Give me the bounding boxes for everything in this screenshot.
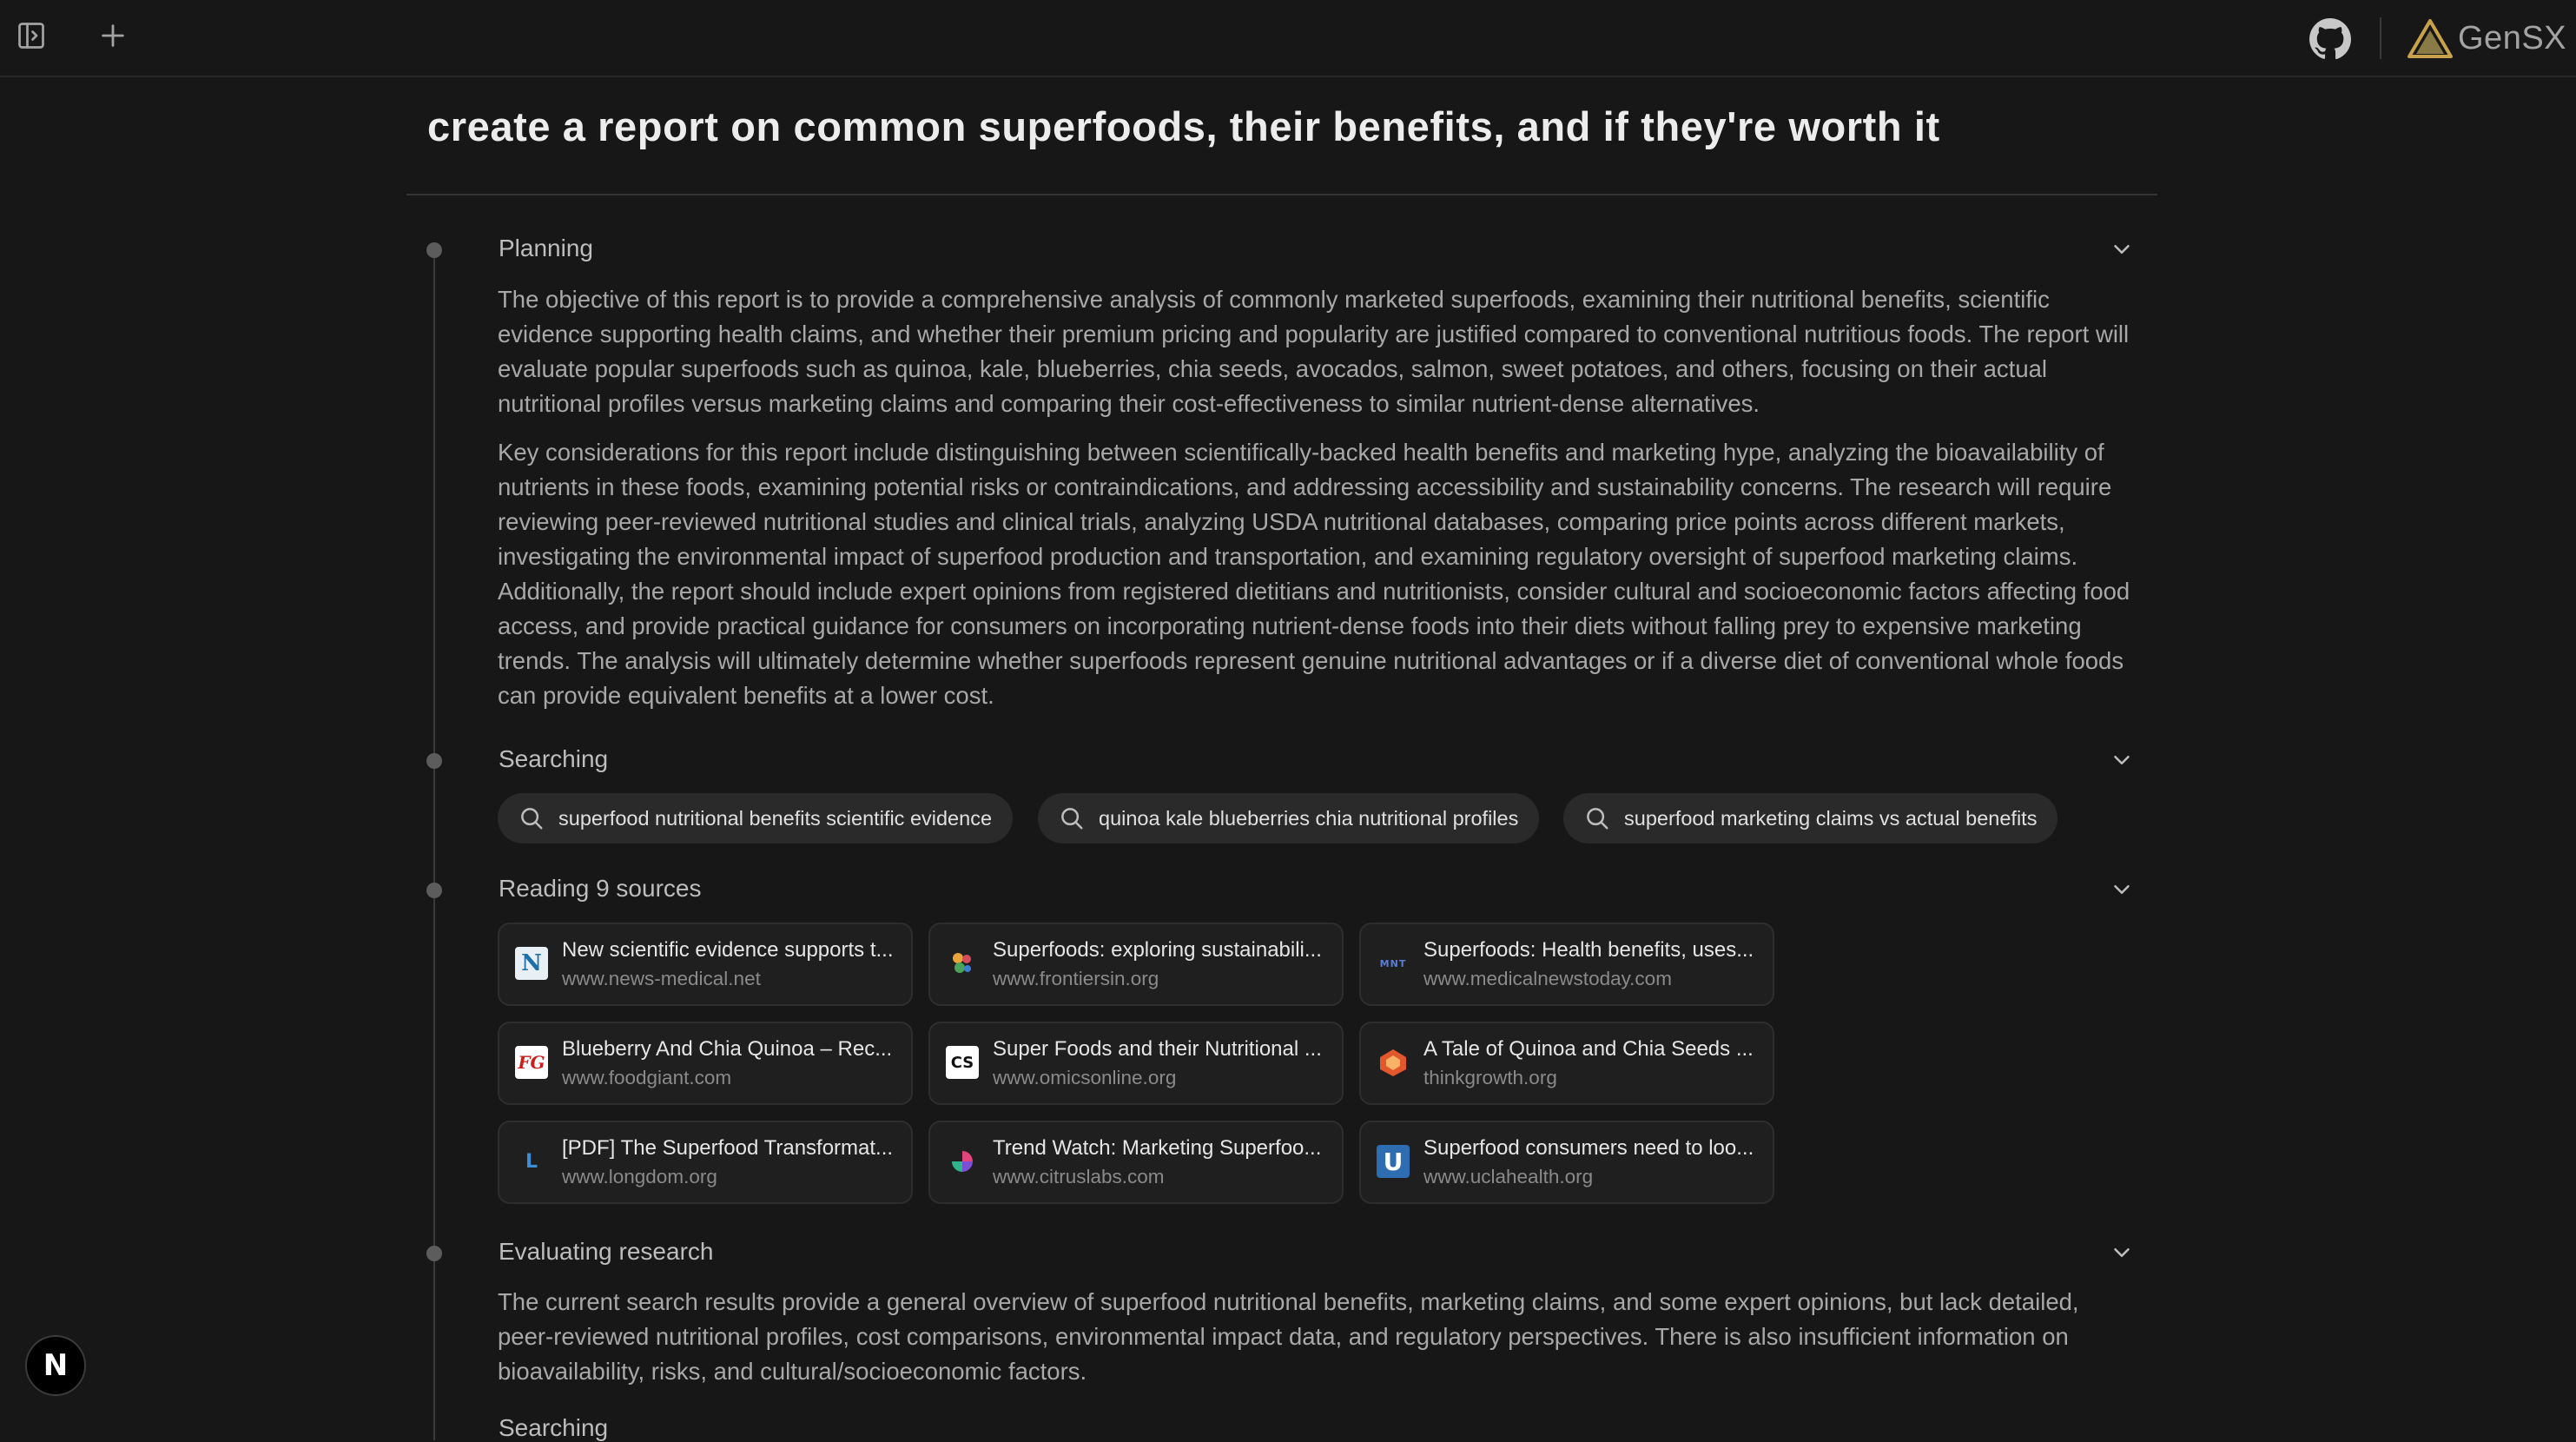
search-query-pill[interactable]: superfood marketing claims vs actual ben… xyxy=(1563,793,2058,843)
source-url: www.frontiersin.org xyxy=(993,968,1159,989)
planning-paragraph: The objective of this report is to provi… xyxy=(498,286,2130,417)
source-url: thinkgrowth.org xyxy=(1423,1067,1557,1088)
page-title: create a report on common superfoods, th… xyxy=(427,103,1940,149)
timeline-dot xyxy=(426,753,442,769)
timeline-dot xyxy=(426,242,442,258)
timeline-line xyxy=(433,250,435,1440)
search-query-text: quinoa kale blueberries chia nutritional… xyxy=(1099,806,1519,830)
search-icon xyxy=(521,808,543,830)
source-card[interactable]: Superfoods: exploring sustainabili... ww… xyxy=(928,923,1344,1006)
source-title: New scientific evidence supports t... xyxy=(562,938,894,962)
chevron-down-icon[interactable] xyxy=(2109,747,2135,773)
source-title: Superfood consumers need to loo... xyxy=(1423,1136,1754,1160)
timeline-dot xyxy=(426,1246,442,1261)
ucla-icon: U xyxy=(1377,1145,1410,1178)
source-card[interactable]: MNT Superfoods: Health benefits, uses...… xyxy=(1359,923,1774,1006)
source-title: Super Foods and their Nutritional ... xyxy=(993,1037,1322,1061)
source-url: www.citruslabs.com xyxy=(993,1166,1165,1187)
search-query-pill[interactable]: quinoa kale blueberries chia nutritional… xyxy=(1038,793,1540,843)
sidebar-toggle-icon[interactable] xyxy=(14,18,49,53)
header-divider xyxy=(2380,17,2381,59)
plus-icon[interactable] xyxy=(96,18,130,53)
search-query-text: superfood marketing claims vs actual ben… xyxy=(1624,806,2038,830)
source-card[interactable]: N New scientific evidence supports t... … xyxy=(498,923,913,1006)
github-icon[interactable] xyxy=(2307,16,2354,63)
source-url: www.news-medical.net xyxy=(562,968,761,989)
brand-name: GenSX xyxy=(2458,19,2567,56)
section-title-planning[interactable]: Planning xyxy=(499,235,593,262)
search-query-pill[interactable]: superfood nutritional benefits scientifi… xyxy=(498,793,1014,843)
frontiers-icon xyxy=(946,947,979,980)
source-card[interactable]: Trend Watch: Marketing Superfoo... www.c… xyxy=(928,1121,1344,1204)
source-card[interactable]: FG Blueberry And Chia Quinoa – Rec... ww… xyxy=(498,1022,913,1105)
planning-paragraph: Key considerations for this report inclu… xyxy=(498,439,2130,709)
triangle-logo-icon xyxy=(2408,19,2453,58)
source-url: www.medicalnewstoday.com xyxy=(1423,968,1672,989)
source-title: Superfoods: Health benefits, uses... xyxy=(1423,938,1754,962)
section-title-searching[interactable]: Searching xyxy=(499,1414,608,1442)
source-title: Superfoods: exploring sustainabili... xyxy=(993,938,1322,962)
chevron-down-icon[interactable] xyxy=(2109,876,2135,903)
source-card[interactable]: CS Super Foods and their Nutritional ...… xyxy=(928,1022,1344,1105)
search-icon xyxy=(1587,808,1608,830)
source-card[interactable]: A Tale of Quinoa and Chia Seeds ... thin… xyxy=(1359,1022,1774,1105)
search-query-text: superfood nutritional benefits scientifi… xyxy=(558,806,993,830)
longdom-icon: L xyxy=(525,1150,538,1173)
source-title: Blueberry And Chia Quinoa – Rec... xyxy=(562,1037,893,1061)
source-url: www.foodgiant.com xyxy=(562,1067,732,1088)
source-title: A Tale of Quinoa and Chia Seeds ... xyxy=(1423,1037,1754,1061)
section-title-reading[interactable]: Reading 9 sources xyxy=(499,875,701,903)
section-title-searching[interactable]: Searching xyxy=(499,745,608,773)
source-title: Trend Watch: Marketing Superfoo... xyxy=(993,1136,1322,1160)
source-card[interactable]: U Superfood consumers need to loo... www… xyxy=(1359,1121,1774,1204)
foodgiant-icon: FG xyxy=(515,1046,548,1079)
omics-icon: CS xyxy=(946,1046,979,1079)
source-url: www.uclahealth.org xyxy=(1423,1166,1594,1187)
citruslabs-icon xyxy=(946,1145,979,1178)
top-bar: GenSX xyxy=(0,0,2576,77)
news-medical-icon: N xyxy=(515,947,548,980)
evaluating-paragraph: The current search results provide a gen… xyxy=(498,1288,2079,1385)
source-url: www.longdom.org xyxy=(562,1166,717,1187)
source-title: [PDF] The Superfood Transformat... xyxy=(562,1136,894,1160)
search-icon xyxy=(1061,808,1083,830)
section-title-evaluating[interactable]: Evaluating research xyxy=(499,1238,713,1266)
source-card[interactable]: L [PDF] The Superfood Transformat... www… xyxy=(498,1121,913,1204)
title-divider xyxy=(406,194,2157,195)
brand-logo[interactable]: GenSX xyxy=(2408,16,2566,61)
chevron-down-icon[interactable] xyxy=(2109,236,2135,262)
source-url: www.omicsonline.org xyxy=(993,1067,1177,1088)
chevron-down-icon[interactable] xyxy=(2109,1240,2135,1266)
thinkgrowth-icon xyxy=(1377,1046,1410,1079)
nextjs-icon: N xyxy=(43,1348,69,1383)
timeline-dot xyxy=(426,883,442,898)
nextjs-dev-badge[interactable]: N xyxy=(25,1335,86,1396)
mnt-icon: MNT xyxy=(1379,957,1407,969)
